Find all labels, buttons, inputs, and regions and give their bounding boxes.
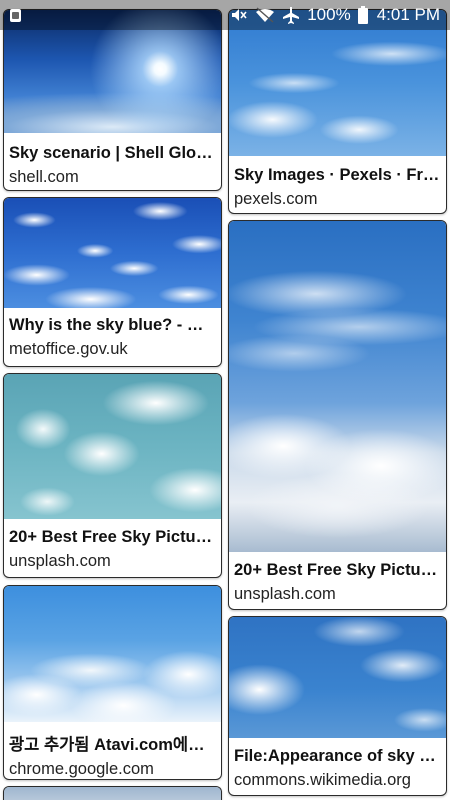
- sky-above-clouds-thumbnail[interactable]: [229, 221, 446, 552]
- status-bar: 100% 4:01 PM: [0, 0, 450, 30]
- sky-teal-clouds-thumbnail[interactable]: [4, 374, 221, 519]
- sky-puffy-clouds-thumbnail[interactable]: [4, 198, 221, 308]
- mute-icon: [230, 6, 248, 24]
- sky-bottom-clouds-thumbnail[interactable]: [4, 586, 221, 722]
- result-source: unsplash.com: [234, 585, 336, 603]
- result-title: Why is the sky blue? - M…: [9, 316, 215, 334]
- app-notification-icon: [10, 8, 21, 22]
- result-title: 20+ Best Free Sky Pictur…: [234, 561, 440, 579]
- result-card[interactable]: File:Appearance of sky f… commons.wikime…: [228, 616, 447, 796]
- sky-cloudy-thumbnail[interactable]: [229, 10, 446, 156]
- battery-icon: [357, 6, 368, 24]
- result-title: 광고 추가됨 Atavi.com에…: [9, 736, 205, 754]
- result-source: metoffice.gov.uk: [9, 340, 128, 358]
- wifi-icon: [255, 6, 275, 24]
- clock: 4:01 PM: [376, 5, 440, 24]
- result-title: 20+ Best Free Sky Pictur…: [9, 528, 215, 546]
- sky-left-cloud-thumbnail[interactable]: [229, 617, 446, 738]
- result-card-partial[interactable]: [3, 786, 222, 800]
- battery-percentage: 100%: [307, 5, 351, 24]
- result-title: Sky Images · Pexels · Fr…: [234, 166, 440, 184]
- result-source: pexels.com: [234, 190, 318, 208]
- result-card[interactable]: 20+ Best Free Sky Pictur… unsplash.com: [228, 220, 447, 610]
- result-title: File:Appearance of sky f…: [234, 747, 440, 765]
- airplane-mode-icon: [282, 6, 300, 24]
- result-card[interactable]: Sky Images · Pexels · Fr… pexels.com: [228, 9, 447, 214]
- result-card[interactable]: Why is the sky blue? - M… metoffice.gov.…: [3, 197, 222, 367]
- result-title: Sky scenario | Shell Glob…: [9, 144, 215, 162]
- result-source: shell.com: [9, 168, 79, 186]
- result-source: unsplash.com: [9, 552, 111, 570]
- result-card[interactable]: 광고 추가됨 Atavi.com에… chrome.google.com: [3, 585, 222, 780]
- result-card[interactable]: Sky scenario | Shell Glob… shell.com: [3, 9, 222, 191]
- result-source: commons.wikimedia.org: [234, 771, 411, 789]
- result-source: chrome.google.com: [9, 760, 154, 778]
- partial-thumbnail[interactable]: [4, 787, 221, 800]
- result-card[interactable]: 20+ Best Free Sky Pictur… unsplash.com: [3, 373, 222, 578]
